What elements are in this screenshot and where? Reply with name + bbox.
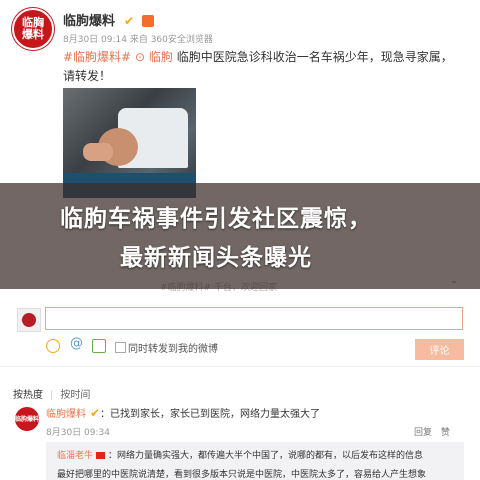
sort-bar: 按热度 | 按时间	[13, 386, 90, 401]
comment-text: ：已找到家长，家长已到医院，网络力量太强大了	[100, 409, 321, 420]
like-icon[interactable]: 赞	[441, 428, 450, 438]
location-icon: ⊙	[134, 50, 146, 64]
post-meta: 8月30日 09:14 来自 360安全浏览器	[63, 35, 213, 45]
comment-input[interactable]	[45, 307, 463, 330]
photo-hand	[83, 143, 113, 161]
reply-text-1: ：网络力量确实强大，都传遍大半个中国了，说哪的都有，以后发布这样的信息	[108, 451, 424, 461]
at-icon[interactable]: @	[70, 336, 84, 351]
also-forward-label: 同时转发到我的微博	[128, 344, 218, 355]
comment-meta: 8月30日 09:34	[46, 428, 110, 438]
sort-separator: |	[50, 390, 54, 401]
comment-author[interactable]: 临朐爆料	[46, 409, 86, 420]
reply-author[interactable]: 临淄老牛	[57, 451, 93, 461]
image-icon[interactable]	[92, 339, 106, 353]
location-link[interactable]: 临朐	[149, 50, 173, 64]
my-avatar	[17, 308, 41, 332]
comment-line: 临朐爆料 ✔：已找到家长，家长已到医院，网络力量太强大了	[46, 405, 320, 420]
reply-button[interactable]: 回复	[414, 428, 432, 438]
also-forward-checkbox[interactable]	[115, 342, 126, 353]
submit-comment-button[interactable]: 评论	[415, 339, 464, 360]
post-header: 临朐爆料 ✔	[63, 10, 155, 29]
v-badge-icon: ✔	[90, 406, 101, 420]
comment-actions: 回复 赞	[408, 425, 450, 438]
hashtag-link[interactable]: #临朐爆料#	[63, 50, 131, 64]
reply-line-2: 最好把哪里的中医院说清楚，看到很多版本只说是中医院，中医院太多了，容易给人产生想…	[57, 470, 427, 480]
sort-by-hot-tab[interactable]: 按热度	[13, 390, 43, 401]
post-author-name[interactable]: 临朐爆料	[63, 14, 115, 29]
headline-line-1: 临朐车祸事件引发社区震惊，	[60, 206, 372, 232]
post-photo[interactable]	[63, 88, 196, 198]
reply-line-1: 临淄老牛 ：网络力量确实强大，都传遍大半个中国了，说哪的都有，以后发布这样的信息	[57, 448, 423, 461]
comment-avatar[interactable]: 临朐爆料	[15, 407, 39, 431]
headline-line-2: 最新新闻头条曝光	[120, 245, 312, 271]
vip-icon	[142, 14, 155, 27]
author-avatar[interactable]: 临胸爆料	[12, 8, 54, 50]
sort-by-time-tab[interactable]: 按时间	[60, 390, 90, 401]
post-body: #临朐爆料# ⊙ 临朐 临朐中医院急诊科收治一名车祸少年，现急寻家属，请转发！	[63, 48, 463, 86]
weibo-post-card: 临胸爆料 临朐爆料 ✔ 8月30日 09:14 来自 360安全浏览器 #临朐爆…	[0, 0, 480, 480]
flag-icon	[96, 452, 106, 459]
emoji-icon[interactable]	[46, 339, 60, 353]
my-avatar-image	[22, 313, 36, 327]
divider	[0, 366, 480, 367]
v-badge-icon: ✔	[124, 14, 135, 28]
